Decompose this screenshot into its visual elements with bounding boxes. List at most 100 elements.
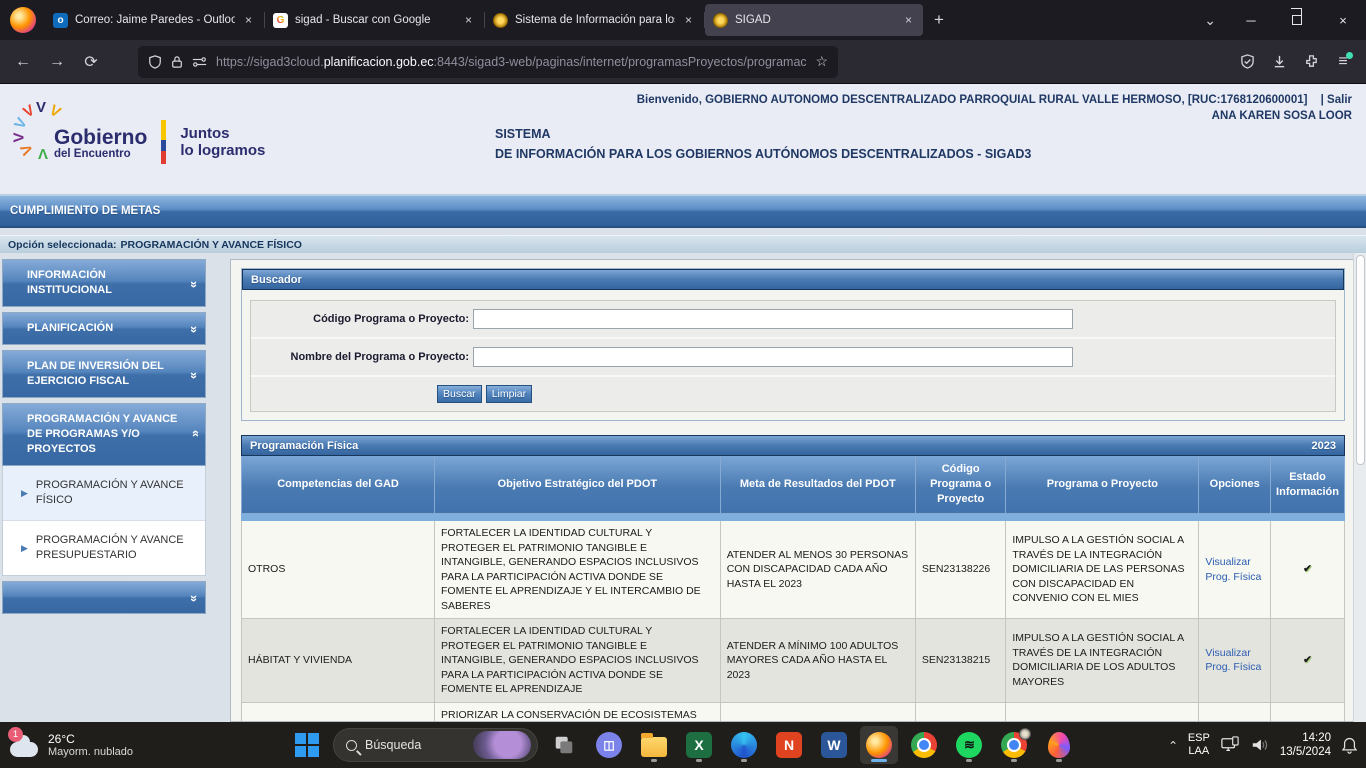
excel-button[interactable]: X	[680, 726, 718, 764]
back-icon[interactable]: ←	[8, 47, 38, 77]
search-panel-header: Buscador	[242, 269, 1344, 290]
browser-tab-bar: o Correo: Jaime Paredes - Outloo × G sig…	[0, 0, 1366, 40]
tab-sigad-active[interactable]: SIGAD ×	[705, 4, 923, 36]
tab-sistema[interactable]: Sistema de Información para los ×	[485, 4, 703, 36]
teams-chat-button[interactable]: ◫	[590, 726, 628, 764]
protections-icon[interactable]	[1232, 47, 1262, 77]
sidebar-item-finalizacion-reporte[interactable]: »	[2, 581, 206, 614]
extensions-icon[interactable]	[1296, 47, 1326, 77]
weather-widget[interactable]: 1 26°C Mayorm. nublado	[10, 732, 133, 759]
restore-button[interactable]	[1274, 0, 1320, 40]
sidebar-item-planificacion[interactable]: PLANIFICACIÓN »	[2, 312, 206, 345]
codigo-input[interactable]	[473, 309, 1073, 329]
page-scrollbar[interactable]	[1353, 253, 1366, 722]
scrollbar-thumb[interactable]	[1356, 255, 1365, 465]
list-all-tabs-icon[interactable]: ⌄	[1192, 12, 1228, 29]
language-indicator[interactable]: ESP LAA	[1188, 732, 1210, 758]
cell-competencia: HÁBITAT Y VIVIENDA	[242, 619, 435, 703]
buscar-button[interactable]: Buscar	[437, 385, 482, 403]
programacion-fisica-panel: Programación Física 2023 Competencias de…	[241, 435, 1345, 722]
sidebar-submenu: ▶ PROGRAMACIÓN Y AVANCE FÍSICO ▶ PROGRAM…	[2, 466, 206, 576]
edge-button[interactable]	[725, 726, 763, 764]
close-button[interactable]: ×	[1320, 0, 1366, 40]
lock-icon[interactable]	[171, 55, 183, 69]
cell-objetivo: FORTALECER LA IDENTIDAD CULTURAL Y PROTE…	[435, 521, 721, 619]
tab-close-icon[interactable]: ×	[902, 13, 915, 27]
downloads-icon[interactable]	[1264, 47, 1294, 77]
sidebar-subitem-avance-fisico[interactable]: ▶ PROGRAMACIÓN Y AVANCE FÍSICO	[3, 466, 205, 521]
chevron-double-down-icon: »	[187, 280, 202, 285]
url-bar[interactable]: https://sigad3cloud.planificacion.gob.ec…	[138, 46, 838, 78]
tab-close-icon[interactable]: ×	[682, 13, 695, 27]
minimize-button[interactable]: ─	[1228, 0, 1274, 40]
sidebar-item-plan-inversion[interactable]: PLAN DE INVERSIÓN DEL EJERCICIO FISCAL »	[2, 350, 206, 398]
task-view-button[interactable]	[545, 726, 583, 764]
window-controls: ─ ×	[1228, 0, 1366, 40]
sidebar-subitem-avance-presupuestario[interactable]: ▶ PROGRAMACIÓN Y AVANCE PRESUPUESTARIO	[3, 521, 205, 575]
menu-bar-title: CUMPLIMIENTO DE METAS	[10, 205, 160, 217]
firefox-button[interactable]	[860, 726, 898, 764]
nombre-label: Nombre del Programa o Proyecto:	[251, 351, 473, 363]
tab-google-search[interactable]: G sigad - Buscar con Google ×	[265, 4, 483, 36]
spotify-button[interactable]: ≋	[950, 726, 988, 764]
hidden-icons-chevron[interactable]: ⌄	[1168, 738, 1178, 752]
shield-icon[interactable]	[148, 55, 162, 69]
menu-hamburger-icon[interactable]: ≡	[1328, 47, 1358, 77]
outlook-favicon-icon: o	[53, 13, 68, 28]
nombre-input[interactable]	[473, 347, 1073, 367]
tab-close-icon[interactable]: ×	[242, 13, 255, 27]
pdf-button[interactable]: N	[770, 726, 808, 764]
permissions-icon[interactable]	[192, 56, 207, 68]
sidebar: INFORMACIÓN INSTITUCIONAL » PLANIFICACIÓ…	[2, 259, 206, 722]
logout-link[interactable]: | Salir	[1321, 94, 1352, 106]
menu-bar[interactable]: CUMPLIMIENTO DE METAS	[0, 194, 1366, 228]
firefox-logo-icon[interactable]	[10, 7, 36, 33]
col-competencias: Competencias del GAD	[242, 456, 435, 514]
search-panel: Buscador Código Programa o Proyecto: Nom…	[241, 268, 1345, 421]
sidebar-item-programacion-avance[interactable]: PROGRAMACIÓN Y AVANCE DE PROGRAMAS Y/O P…	[2, 403, 206, 466]
cell-meta: ATENDER AL MENOS 30 PERSONAS CON DISCAPA…	[720, 521, 915, 619]
taskbar-search[interactable]: Búsqueda	[333, 728, 538, 762]
page-area: V V V V V V V Gobierno del Encuentro Jun…	[0, 84, 1366, 722]
windows-logo-icon	[295, 733, 319, 757]
system-tray: ⌄ ESP LAA 14:20 13/5/2024	[1168, 722, 1358, 768]
table-header-row: Competencias del GAD Objetivo Estratégic…	[242, 456, 1345, 514]
table-title: Programación Física	[250, 440, 358, 452]
spotify-icon: ≋	[956, 732, 982, 758]
url-text[interactable]: https://sigad3cloud.planificacion.gob.ec…	[216, 55, 806, 69]
visualizar-link[interactable]: Visualizar Prog. Física	[1205, 556, 1261, 583]
network-icon[interactable]	[1220, 736, 1240, 754]
submenu-arrow-icon: ▶	[21, 488, 28, 499]
chrome-icon	[911, 732, 937, 758]
search-form: Código Programa o Proyecto: Nombre del P…	[250, 300, 1336, 412]
forward-icon[interactable]: →	[42, 47, 72, 77]
weather-condition: Mayorm. nublado	[48, 746, 133, 759]
notification-bell-icon[interactable]	[1341, 736, 1358, 754]
tab-close-icon[interactable]: ×	[462, 13, 475, 27]
ecuador-crest-favicon-icon	[493, 13, 508, 28]
site-header: V V V V V V V Gobierno del Encuentro Jun…	[0, 84, 1366, 194]
table-row: HÁBITAT Y VIVIENDA FORTALECER LA IDENTID…	[242, 619, 1345, 703]
chrome-profile-button[interactable]	[995, 726, 1033, 764]
volume-icon[interactable]	[1250, 736, 1270, 754]
limpiar-button[interactable]: Limpiar	[486, 385, 532, 403]
breadcrumb-label: Opción seleccionada:	[8, 239, 117, 251]
visualizar-link[interactable]: Visualizar Prog. Física	[1205, 647, 1261, 674]
start-button[interactable]	[288, 726, 326, 764]
word-button[interactable]: W	[815, 726, 853, 764]
flame-app-button[interactable]	[1040, 726, 1078, 764]
tab-outlook[interactable]: o Correo: Jaime Paredes - Outloo ×	[45, 4, 263, 36]
chevron-double-up-icon: »	[187, 432, 202, 437]
chrome-button[interactable]	[905, 726, 943, 764]
codigo-label: Código Programa o Proyecto:	[251, 313, 473, 325]
file-explorer-button[interactable]	[635, 726, 673, 764]
new-tab-button[interactable]: +	[924, 8, 954, 32]
bookmark-star-icon[interactable]: ☆	[815, 53, 828, 70]
col-codigo: Código Programa o Proyecto	[915, 456, 1005, 514]
clock[interactable]: 14:20 13/5/2024	[1280, 731, 1331, 759]
sidebar-item-informacion-institucional[interactable]: INFORMACIÓN INSTITUCIONAL »	[2, 259, 206, 307]
cell-programa: IMPULSO A LA GESTIÓN SOCIAL A TRAVÉS DE …	[1006, 521, 1199, 619]
main-panel: Buscador Código Programa o Proyecto: Nom…	[230, 259, 1356, 722]
cell-meta: ATENDER A MÍNIMO 100 ADULTOS MAYORES CAD…	[720, 619, 915, 703]
reload-icon[interactable]: ⟳	[76, 47, 106, 77]
